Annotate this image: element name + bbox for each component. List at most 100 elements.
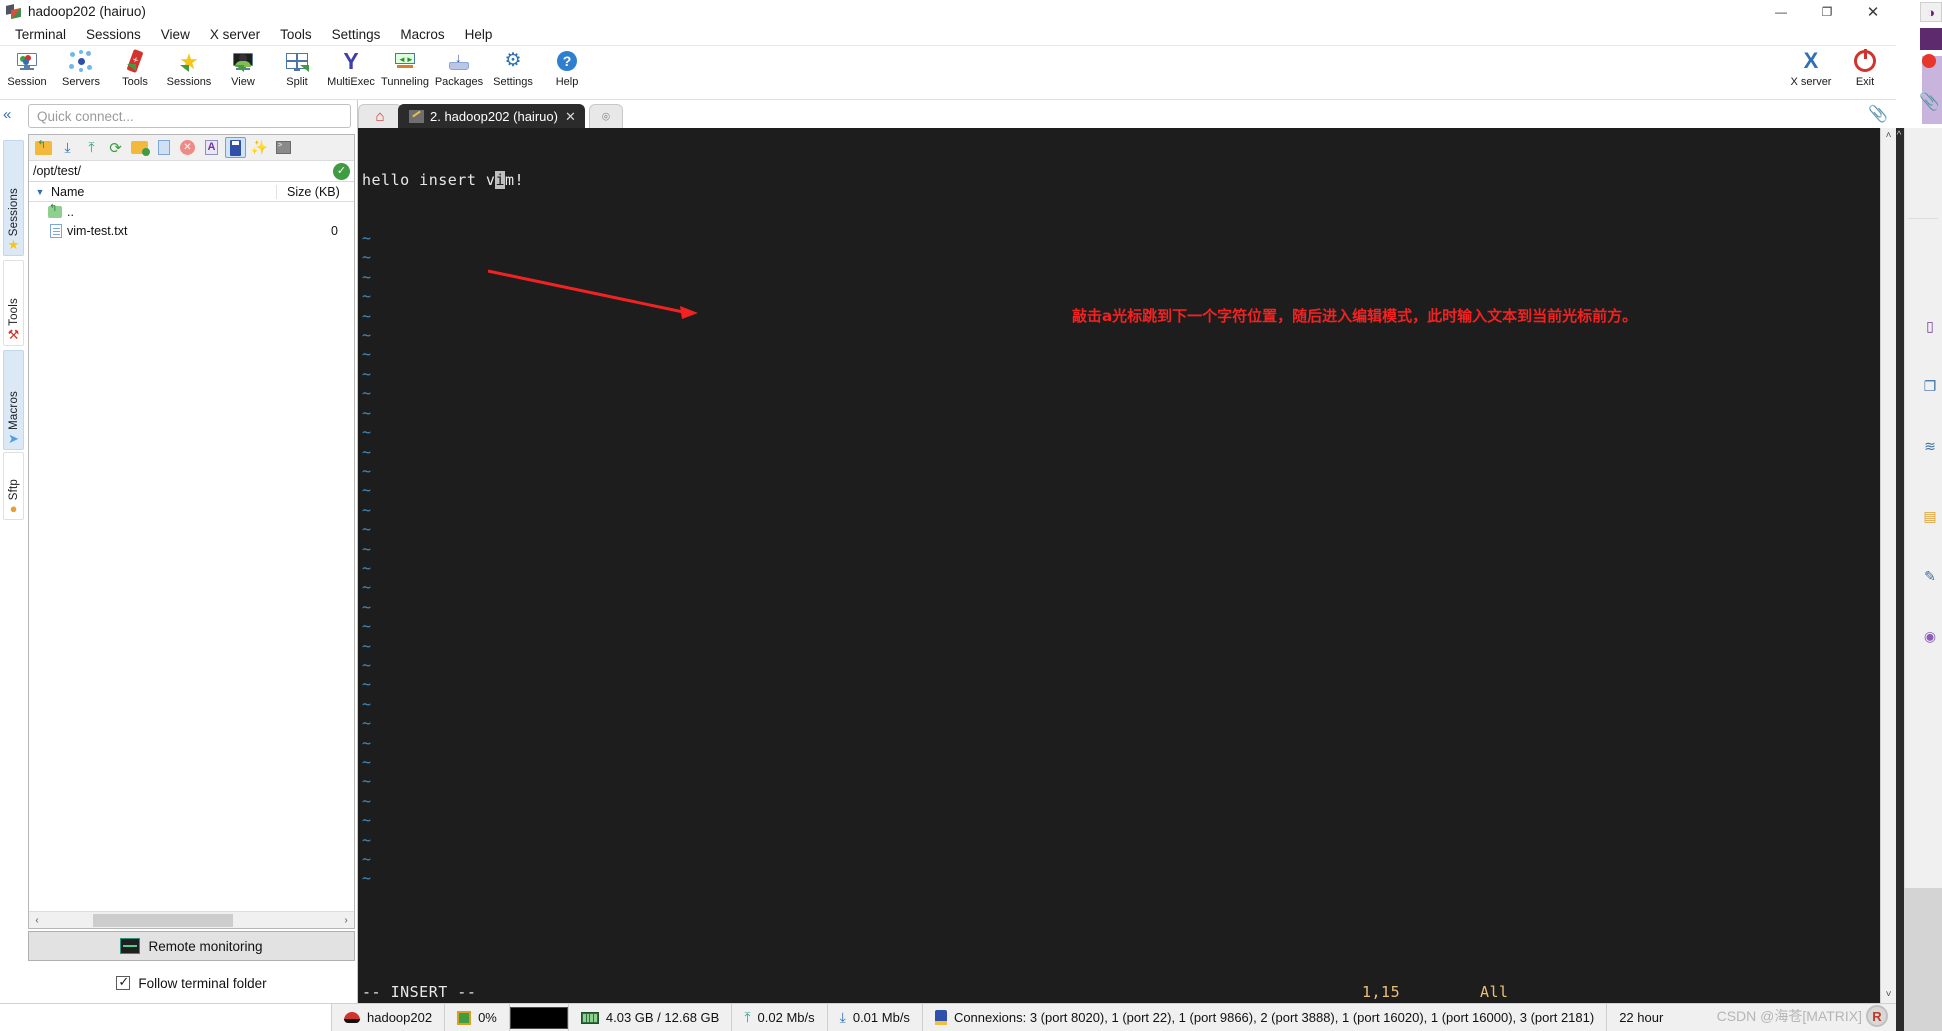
tab-session-hadoop202[interactable]: 2. hadoop202 (hairuo) ✕: [398, 104, 585, 128]
menu-terminal[interactable]: Terminal: [5, 25, 76, 44]
sftp-permissions-button[interactable]: ✨: [249, 137, 270, 158]
toolbar-session-button[interactable]: Session: [0, 46, 54, 88]
toolbar-exit-label: Exit: [1855, 76, 1875, 88]
toolbar-multiexec-button[interactable]: Y MultiExec: [324, 46, 378, 89]
toolbar-tools-button[interactable]: Tools: [108, 46, 162, 88]
watermark-label: CSDN @海苍[MATRIX]: [1716, 1008, 1862, 1024]
terminal-tilde-line: ~: [362, 345, 372, 364]
toolbar-help-button[interactable]: ? Help: [540, 46, 594, 88]
terminal-tilde-line: ~: [362, 578, 372, 597]
toolbar-x-server-button[interactable]: X X server: [1784, 46, 1838, 89]
window-controls: — ❐ ✕: [1758, 0, 1896, 23]
menu-tools[interactable]: Tools: [270, 25, 322, 44]
list-item[interactable]: vim-test.txt 0: [29, 221, 354, 240]
maximize-button[interactable]: ❐: [1804, 0, 1850, 23]
close-button[interactable]: ✕: [1850, 0, 1896, 23]
status-download-label: 0.01 Mb/s: [852, 1010, 910, 1025]
remote-monitoring-label: Remote monitoring: [148, 938, 263, 954]
sftp-delete-button[interactable]: ✕: [177, 137, 198, 158]
bg-side-panel-lower: [1904, 888, 1942, 1031]
column-header-size[interactable]: Size (KB): [276, 184, 354, 199]
terminal-tilde-line: ~: [362, 403, 372, 422]
terminal-tilde-line: ~: [362, 714, 372, 733]
tab-home[interactable]: ⌂: [358, 104, 402, 128]
toolbar-sessions-label: Sessions: [166, 76, 212, 88]
toolbar-x-server-label: X server: [1790, 76, 1832, 88]
sftp-follow-mode-button[interactable]: [225, 137, 246, 158]
sort-descending-icon[interactable]: ▼: [29, 187, 51, 197]
ram-icon: [580, 1011, 599, 1024]
sftp-horizontal-scrollbar[interactable]: ‹ ›: [29, 911, 354, 928]
rail-tab-tools[interactable]: ⚒ Tools: [3, 260, 24, 346]
toolbar-packages-button[interactable]: ↓ Packages: [432, 46, 486, 88]
close-icon[interactable]: ✕: [565, 109, 576, 125]
sftp-new-folder-button[interactable]: [129, 137, 150, 158]
toolbar-view-button[interactable]: View: [216, 46, 270, 88]
scroll-track[interactable]: [45, 913, 338, 927]
toolbar-sessions-button[interactable]: ★ Sessions: [162, 46, 216, 88]
menu-view[interactable]: View: [151, 25, 200, 44]
scroll-track[interactable]: [1881, 144, 1897, 987]
follow-terminal-folder-row[interactable]: Follow terminal folder: [26, 963, 357, 1003]
upload-arrow-icon: ⤒: [744, 1009, 751, 1025]
scroll-thumb[interactable]: [93, 913, 233, 927]
scroll-right-arrow-icon[interactable]: ›: [338, 915, 354, 926]
scroll-left-arrow-icon[interactable]: ‹: [29, 915, 45, 926]
toolbar-servers-button[interactable]: Servers: [54, 46, 108, 88]
sftp-upload-button[interactable]: ⤒: [81, 137, 102, 158]
toolbar-exit-button[interactable]: Exit: [1838, 46, 1892, 88]
toolbar-tunneling-button[interactable]: ◄► Tunneling: [378, 46, 432, 88]
sftp-toolbar: ⤓ ⤒ ⟳ ✕ A ✨ >: [29, 135, 354, 161]
chevron-double-left-icon[interactable]: «: [3, 106, 11, 123]
sftp-path-bar[interactable]: /opt/test/ ✓: [29, 161, 354, 182]
terminal-tilde-line: ~: [362, 481, 372, 500]
follow-terminal-folder-checkbox[interactable]: [116, 974, 131, 990]
sftp-new-file-button[interactable]: [153, 137, 174, 158]
menu-sessions[interactable]: Sessions: [76, 25, 151, 44]
status-upload: ⤒ 0.02 Mb/s: [732, 1003, 828, 1031]
sftp-parent-folder-button[interactable]: [33, 137, 54, 158]
bg-pen-icon: ✎: [1924, 568, 1936, 584]
sftp-open-terminal-button[interactable]: >: [273, 137, 294, 158]
terminal-tilde-line: ~: [362, 655, 372, 674]
window-body: « ★ Sessions ⚒ Tools ➤ Macros ● Sftp Qui…: [0, 100, 1896, 1003]
sftp-refresh-button[interactable]: ⟳: [105, 137, 126, 158]
terminal-vertical-scrollbar[interactable]: ˄ ˅: [1880, 128, 1896, 1003]
quick-connect-wrap: Quick connect...: [26, 100, 357, 132]
mobaxterm-window: hadoop202 (hairuo) — ❐ ✕ Terminal Sessio…: [0, 0, 1896, 1031]
remote-monitoring-button[interactable]: Remote monitoring: [28, 931, 355, 961]
swiss-knife-icon: ⚒: [7, 327, 20, 342]
bg-comment-icon: ▤: [1923, 508, 1937, 524]
menu-macros[interactable]: Macros: [390, 25, 454, 44]
menu-help[interactable]: Help: [455, 25, 503, 44]
quick-connect-input[interactable]: Quick connect...: [28, 104, 351, 128]
toolbar-settings-button[interactable]: ⚙ Settings: [486, 46, 540, 89]
list-item[interactable]: ..: [29, 202, 354, 221]
toolbar-split-button[interactable]: Split: [270, 46, 324, 88]
rail-tab-sftp[interactable]: ● Sftp: [3, 452, 24, 520]
menu-settings[interactable]: Settings: [322, 25, 391, 44]
toolbar-right-group: X X server Exit: [1784, 46, 1892, 88]
sidebar-panel: Quick connect... ⤓ ⤒ ⟳ ✕ A ✨ >: [26, 100, 358, 1003]
terminal-tilde-line: ~: [362, 461, 372, 480]
sftp-file-list[interactable]: .. vim-test.txt 0: [29, 202, 354, 911]
sftp-ascii-mode-button[interactable]: A: [201, 137, 222, 158]
rail-tab-sessions[interactable]: ★ Sessions: [3, 140, 24, 256]
terminal-view[interactable]: hello insert vim! ~ ~ ~ ~ ~ ~ ~ ~ ~ ~ ~ ~ ~ ~ ~ ~ ~ ~ ~ ~ ~ ~…: [358, 128, 1896, 1003]
toolbar-session-label: Session: [7, 76, 47, 88]
rail-tab-macros[interactable]: ➤ Macros: [3, 350, 24, 450]
swiss-knife-icon: [122, 48, 148, 74]
terminal-cursor: i: [495, 170, 505, 189]
new-tab-button[interactable]: ⌾: [588, 104, 623, 128]
column-header-name[interactable]: Name: [51, 185, 276, 199]
status-cpu-graph: [509, 1003, 569, 1031]
menu-x-server[interactable]: X server: [200, 25, 270, 44]
mobaxterm-logo-icon: [6, 3, 22, 20]
terminal-tilde-line: ~: [362, 267, 372, 286]
sftp-download-button[interactable]: ⤓: [57, 137, 78, 158]
minimize-button[interactable]: —: [1758, 0, 1804, 23]
power-exit-icon: [1852, 48, 1878, 74]
paperclip-icon[interactable]: 📎: [1868, 104, 1888, 124]
status-uptime-label: 22 hour: [1619, 1010, 1664, 1025]
scroll-up-arrow-icon[interactable]: ˄: [1886, 128, 1892, 144]
